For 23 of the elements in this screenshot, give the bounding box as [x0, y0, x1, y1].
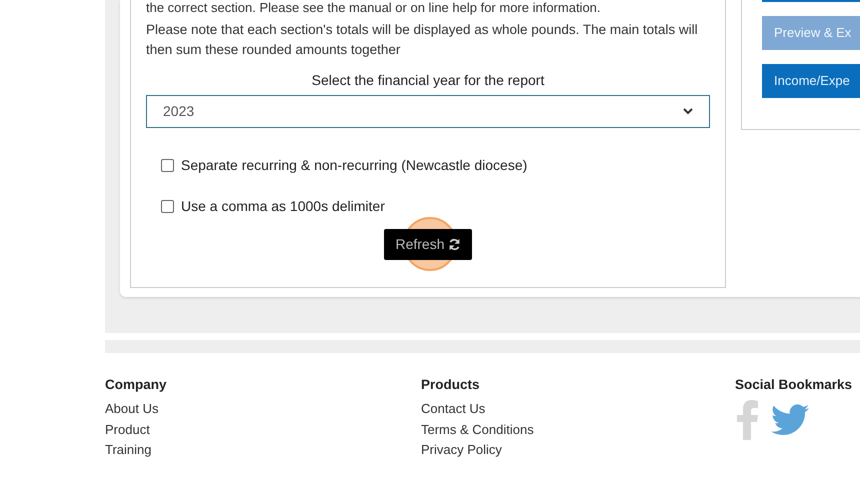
- footer-heading: Company: [105, 376, 168, 394]
- footer-link[interactable]: Training: [105, 440, 421, 460]
- footer-link[interactable]: Privacy Policy: [421, 440, 735, 460]
- intro-text: the correct section. Please see the manual or on line help for more information.: [146, 0, 602, 16]
- footer-link[interactable]: About Us: [105, 399, 421, 420]
- checkbox-label[interactable]: Use a comma as 1000s delimiter: [181, 196, 385, 217]
- footer-heading: Social Bookmarks: [735, 376, 854, 394]
- refresh-icon: [448, 238, 461, 251]
- year-select-label: Select the financial year for the report: [310, 71, 546, 90]
- refresh-button[interactable]: Refresh: [384, 229, 472, 260]
- chevron-down-icon: [683, 108, 693, 115]
- checkbox[interactable]: [161, 200, 174, 213]
- footer-heading: Products: [421, 376, 481, 394]
- facebook-icon[interactable]: [737, 400, 759, 440]
- checkbox[interactable]: [161, 159, 174, 172]
- note-text: Please note that each section's totals will be displayed as whole pounds. The main totals will then sum these rounded amounts together: [146, 21, 699, 59]
- footer-link[interactable]: Contact Us: [421, 399, 735, 420]
- side-button[interactable]: Income/Expe: [762, 64, 860, 98]
- footer-link[interactable]: Terms & Conditions: [421, 420, 735, 440]
- footer-link[interactable]: Product: [105, 420, 421, 440]
- year-select[interactable]: 2023: [146, 95, 710, 128]
- checkbox-label[interactable]: Separate recurring & non-recurring (Newcastle diocese): [181, 155, 528, 176]
- bird-icon[interactable]: [771, 404, 809, 436]
